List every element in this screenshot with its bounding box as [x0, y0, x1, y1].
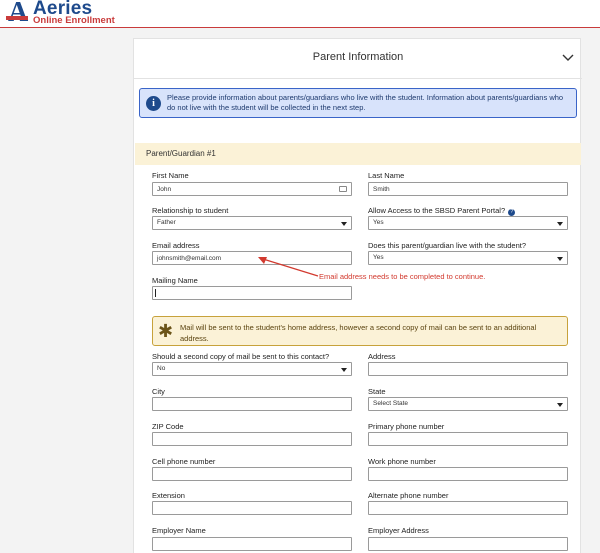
- state-label: State: [368, 387, 386, 396]
- last-name-label: Last Name: [368, 171, 405, 180]
- second-copy-value: No: [157, 365, 166, 372]
- mailing-name-label: Mailing Name: [152, 276, 198, 285]
- relationship-select[interactable]: Father: [152, 216, 352, 230]
- dropdown-caret-icon: [557, 257, 563, 261]
- info-alert: i Please provide information about paren…: [139, 88, 577, 118]
- state-value: Select State: [373, 400, 409, 407]
- dropdown-caret-icon: [557, 222, 563, 226]
- cell-phone-label: Cell phone number: [152, 457, 216, 466]
- section-title: Parent/Guardian #1: [146, 149, 216, 158]
- info-text: Please provide information about parents…: [167, 93, 564, 112]
- section-header: Parent/Guardian #1: [135, 143, 581, 165]
- employer-address-input[interactable]: [368, 537, 568, 551]
- employer-address-label: Employer Address: [368, 526, 429, 535]
- alt-phone-input[interactable]: [368, 501, 568, 515]
- panel-title: Parent Information: [312, 51, 404, 63]
- aeries-logo[interactable]: A Aeries Online Enrollment: [6, 0, 126, 27]
- zip-label: ZIP Code: [152, 422, 184, 431]
- logo-mark-bar: [6, 16, 28, 20]
- alt-phone-label: Alternate phone number: [368, 491, 449, 500]
- text-cursor: [155, 289, 156, 297]
- lives-with-label: Does this parent/guardian live with the …: [368, 241, 527, 250]
- city-input[interactable]: [152, 397, 352, 411]
- asterisk-icon: ✱: [158, 321, 174, 341]
- work-phone-label: Work phone number: [368, 457, 436, 466]
- email-label: Email address: [152, 241, 200, 250]
- portal-access-select[interactable]: Yes: [368, 216, 568, 230]
- address-input[interactable]: [368, 362, 568, 376]
- primary-phone-input[interactable]: [368, 432, 568, 446]
- dropdown-caret-icon: [557, 403, 563, 407]
- email-input[interactable]: johnsmith@email.com: [152, 251, 352, 265]
- portal-access-label-text: Allow Access to the SBSD Parent Portal?: [368, 206, 506, 215]
- email-value: johnsmith@email.com: [157, 255, 222, 262]
- state-select[interactable]: Select State: [368, 397, 568, 411]
- mail-notice: ✱ Mail will be sent to the student's hom…: [152, 316, 568, 346]
- work-phone-input[interactable]: [368, 467, 568, 481]
- city-label: City: [152, 387, 165, 396]
- first-name-input[interactable]: John: [152, 182, 352, 196]
- mailing-name-input[interactable]: [152, 286, 352, 300]
- primary-phone-label: Primary phone number: [368, 422, 445, 431]
- last-name-value: Smith: [373, 186, 390, 193]
- panel-divider: [134, 78, 582, 79]
- portal-access-value: Yes: [373, 219, 384, 226]
- relationship-label: Relationship to student: [152, 206, 229, 215]
- help-icon[interactable]: ?: [508, 209, 516, 216]
- annotation-arrow-icon: [258, 257, 319, 277]
- email-required-annotation: Email address needs to be completed to c…: [319, 272, 486, 281]
- contact-card-icon: [339, 186, 347, 192]
- employer-name-input[interactable]: [152, 537, 352, 551]
- extension-input[interactable]: [152, 501, 352, 515]
- app-header: A Aeries Online Enrollment: [0, 0, 600, 28]
- mail-notice-text: Mail will be sent to the student's home …: [180, 323, 537, 343]
- second-copy-label: Should a second copy of mail be sent to …: [152, 352, 330, 361]
- first-name-value: John: [157, 186, 172, 193]
- header-divider: [0, 27, 600, 28]
- first-name-label: First Name: [152, 171, 189, 180]
- info-icon: i: [146, 96, 161, 111]
- relationship-value: Father: [157, 219, 176, 226]
- employer-name-label: Employer Name: [152, 526, 206, 535]
- logo-mark: A: [8, 0, 29, 28]
- dropdown-caret-icon: [341, 368, 347, 372]
- address-label: Address: [368, 352, 396, 361]
- logo-subtitle: Online Enrollment: [33, 15, 115, 26]
- dropdown-caret-icon: [341, 222, 347, 226]
- extension-label: Extension: [152, 491, 185, 500]
- second-copy-select[interactable]: No: [152, 362, 352, 376]
- chevron-down-icon[interactable]: [562, 52, 574, 62]
- lives-with-value: Yes: [373, 254, 384, 261]
- last-name-input[interactable]: Smith: [368, 182, 568, 196]
- portal-access-label: Allow Access to the SBSD Parent Portal? …: [368, 206, 516, 216]
- cell-phone-input[interactable]: [152, 467, 352, 481]
- lives-with-select[interactable]: Yes: [368, 251, 568, 265]
- zip-input[interactable]: [152, 432, 352, 446]
